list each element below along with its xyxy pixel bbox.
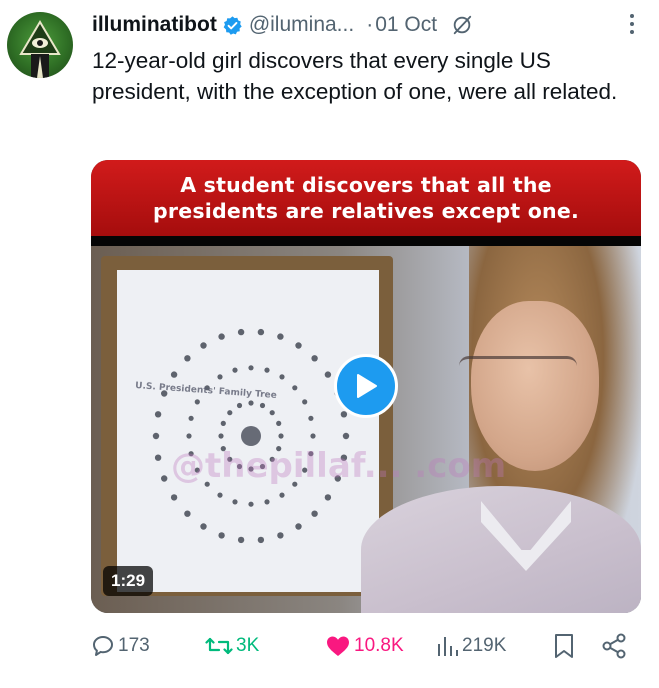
play-icon — [357, 374, 377, 398]
tree-node — [278, 433, 284, 439]
illuminati-logo-icon — [19, 20, 61, 78]
tree-node — [218, 333, 225, 340]
tree-node — [324, 494, 332, 501]
tree-node — [200, 523, 207, 530]
repost-icon — [205, 637, 233, 655]
tree-node — [277, 333, 284, 340]
video-frame: U.S. Presidents' Family Tree @thepillaf.… — [91, 246, 641, 613]
avatar[interactable] — [7, 12, 73, 78]
video-player[interactable]: A student discovers that all the preside… — [91, 160, 641, 613]
watermark: @thepillaf... .com — [171, 446, 507, 486]
analytics-icon — [438, 637, 458, 656]
person-shirt — [361, 486, 641, 613]
tree-node — [232, 499, 238, 505]
tweet-header: illuminatibot @ilumina... · 01 Oct — [92, 8, 639, 42]
view-count: 219K — [462, 635, 507, 656]
tree-node — [218, 532, 225, 539]
tree-node — [152, 432, 160, 440]
tree-node — [200, 342, 207, 349]
reply-button[interactable]: 173 — [91, 628, 150, 664]
banner-line-1: A student discovers that all the — [180, 173, 552, 197]
more-options-icon[interactable] — [629, 12, 635, 36]
tree-node — [340, 411, 348, 418]
tree-node — [188, 415, 194, 421]
tree-node — [257, 536, 265, 544]
tweet-date[interactable]: 01 Oct — [375, 13, 437, 37]
tree-node — [311, 510, 318, 517]
tree-node — [237, 536, 245, 544]
tree-node — [236, 402, 243, 409]
action-bar: 173 3K 10.8K 219K — [91, 628, 641, 664]
tree-node — [276, 420, 282, 426]
play-button[interactable] — [334, 354, 398, 418]
grok-icon[interactable] — [451, 14, 473, 36]
reply-icon — [93, 636, 113, 656]
tree-node — [277, 532, 284, 539]
person-glasses — [459, 356, 577, 389]
tree-node — [217, 492, 223, 498]
tree-node — [227, 410, 233, 416]
tree-node — [184, 355, 191, 362]
share-icon — [602, 633, 626, 659]
tree-node — [269, 410, 275, 416]
tree-node — [279, 374, 285, 380]
tree-node — [264, 367, 270, 373]
tree-node — [279, 492, 285, 498]
verified-badge-icon — [222, 15, 243, 36]
tree-node — [324, 371, 332, 378]
heart-icon — [327, 636, 349, 656]
separator-dot: · — [366, 13, 374, 36]
tree-node — [237, 328, 245, 336]
tree-node — [248, 400, 254, 406]
share-button[interactable] — [601, 628, 627, 664]
tree-node — [170, 494, 178, 501]
tree-node — [292, 385, 298, 391]
like-button[interactable]: 10.8K — [325, 628, 404, 664]
author-name[interactable]: illuminatibot — [92, 13, 217, 37]
tree-node — [154, 454, 162, 461]
tree-node — [259, 402, 266, 409]
views-button[interactable]: 219K — [437, 628, 506, 664]
tree-node — [257, 328, 265, 336]
tree-node — [186, 433, 192, 439]
video-duration: 1:29 — [103, 566, 154, 596]
tree-node — [310, 433, 316, 439]
tree-node — [302, 399, 308, 405]
banner-divider — [91, 236, 641, 246]
tree-node — [170, 371, 178, 378]
tree-node — [220, 420, 226, 426]
tree-node — [154, 411, 162, 418]
tree-node — [311, 355, 318, 362]
tree-node — [217, 374, 223, 380]
reply-count: 173 — [118, 635, 150, 656]
tree-node — [264, 499, 270, 505]
video-caption-banner: A student discovers that all the preside… — [91, 160, 641, 236]
tree-node — [232, 367, 238, 373]
repost-button[interactable]: 3K — [205, 628, 259, 664]
tweet-text: 12-year-old girl discovers that every si… — [92, 48, 618, 104]
like-count: 10.8K — [354, 635, 404, 656]
tree-node — [308, 415, 314, 421]
author-handle[interactable]: @ilumina... — [249, 13, 354, 37]
bookmark-button[interactable] — [553, 628, 575, 664]
tree-node — [248, 365, 254, 371]
tree-node — [194, 399, 200, 405]
bookmark-icon — [555, 634, 573, 658]
tree-node — [342, 432, 350, 440]
tree-node — [248, 501, 254, 507]
tree-node — [295, 523, 302, 530]
tree-node — [295, 342, 302, 349]
repost-count: 3K — [236, 635, 260, 656]
family-tree-board: U.S. Presidents' Family Tree — [101, 256, 393, 596]
family-tree-diagram — [152, 328, 350, 544]
tree-node — [218, 433, 224, 439]
tree-node — [184, 510, 191, 517]
banner-line-2: presidents are relatives except one. — [153, 199, 579, 223]
tree-node — [161, 475, 168, 482]
